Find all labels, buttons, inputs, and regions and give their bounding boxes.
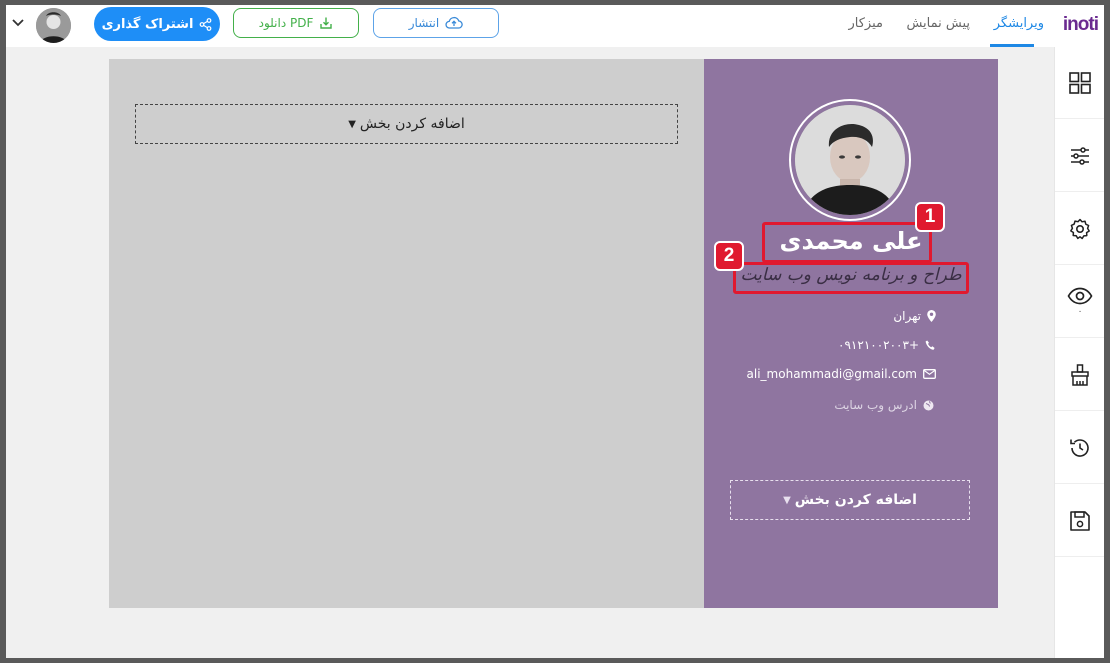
brush-icon — [1071, 363, 1089, 386]
add-section-label: اضافه کردن بخش — [359, 116, 465, 132]
location-pin-icon — [927, 310, 936, 322]
cloud-upload-icon — [445, 16, 464, 29]
resume-page: ▼ اضافه کردن بخش علی محمدی طراح و برنامه… — [109, 59, 998, 608]
city-value: تهران — [893, 309, 921, 323]
sidebar-item-history[interactable] — [1055, 412, 1104, 484]
history-icon — [1070, 438, 1089, 457]
publish-button[interactable]: انتشار — [373, 8, 499, 38]
top-bar: inoti ویرایشگر پیش نمایش میزکار انتشار د… — [6, 5, 1104, 47]
sidebar-item-layout[interactable] — [1055, 47, 1104, 119]
chevron-down-icon[interactable] — [12, 16, 24, 31]
brand-logo: inoti — [1062, 14, 1099, 35]
gear-icon — [1070, 218, 1090, 239]
callout-badge-2: 2 — [714, 241, 744, 271]
eye-icon — [1067, 287, 1093, 304]
layout-grid-icon — [1069, 71, 1091, 94]
active-tab-indicator — [990, 44, 1034, 47]
info-website[interactable]: ادرس وب سایت — [834, 398, 934, 412]
callout-badge-1: 1 — [915, 202, 945, 232]
share-icon — [200, 17, 212, 31]
resume-main-column: ▼ اضافه کردن بخش — [109, 59, 704, 608]
sliders-icon — [1071, 146, 1089, 165]
tab-dashboard[interactable]: میزکار — [849, 16, 884, 31]
caret-down-icon: ▼ — [348, 118, 356, 130]
profile-photo-frame[interactable] — [789, 99, 911, 221]
globe-icon — [923, 400, 934, 410]
phone-icon — [925, 340, 935, 350]
website-placeholder: ادرس وب سایت — [834, 398, 917, 412]
add-section-button-main[interactable]: ▼ اضافه کردن بخش — [135, 104, 678, 144]
publish-label: انتشار — [408, 16, 440, 30]
info-email[interactable]: ali_mohammadi@gmail.com — [747, 367, 936, 381]
caret-down-icon: ▼ — [783, 494, 791, 506]
email-value: ali_mohammadi@gmail.com — [746, 367, 917, 381]
info-city[interactable]: تهران — [893, 309, 936, 323]
resume-side-column: علی محمدی طراح و برنامه نویس وب سایت تهر… — [704, 59, 998, 608]
share-button[interactable]: اشتراک گذاری — [94, 7, 220, 41]
sidebar-item-style[interactable] — [1055, 339, 1104, 411]
add-section-label: اضافه کردن بخش — [794, 492, 917, 508]
sidebar-item-save[interactable] — [1055, 485, 1104, 557]
save-icon — [1070, 510, 1090, 531]
callout-box-name — [762, 222, 932, 263]
sidebar-item-adjust[interactable] — [1055, 120, 1104, 192]
user-avatar[interactable] — [36, 8, 71, 43]
view-count: ۰ — [1077, 306, 1083, 317]
sidebar-item-views[interactable]: ۰ — [1055, 266, 1104, 338]
avatar-image — [36, 8, 71, 43]
sidebar-item-settings[interactable] — [1055, 193, 1104, 265]
add-section-button-side[interactable]: ▼ اضافه کردن بخش — [730, 480, 970, 520]
app-window: inoti ویرایشگر پیش نمایش میزکار انتشار د… — [6, 5, 1104, 658]
profile-photo — [795, 105, 905, 215]
download-pdf-label: دانلود PDF — [258, 16, 314, 30]
portrait-image — [795, 105, 905, 215]
phone-value: +۰۹۱۲۱۰۰۲۰۰۳ — [838, 338, 919, 352]
callout-box-job-title — [733, 262, 969, 294]
tool-sidebar: ۰ — [1054, 47, 1104, 658]
tab-preview[interactable]: پیش نمایش — [906, 16, 970, 31]
download-icon — [320, 17, 333, 29]
download-pdf-button[interactable]: دانلود PDF — [233, 8, 359, 38]
share-label: اشتراک گذاری — [101, 16, 194, 32]
tab-editor[interactable]: ویرایشگر — [994, 16, 1044, 31]
email-icon — [923, 369, 936, 379]
info-phone[interactable]: +۰۹۱۲۱۰۰۲۰۰۳ — [838, 338, 936, 352]
